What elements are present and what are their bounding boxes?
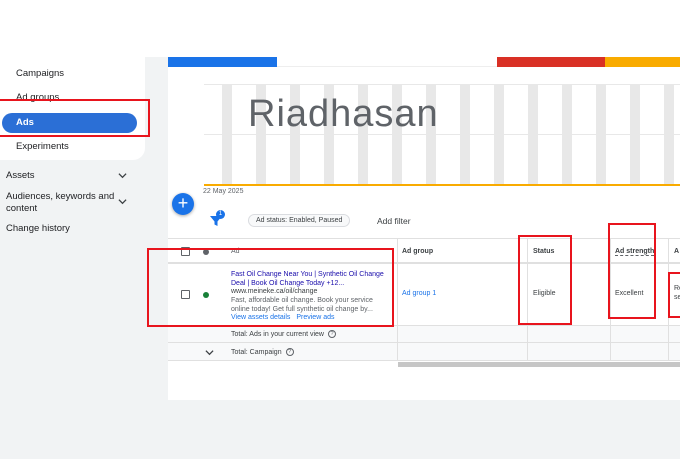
chart-column xyxy=(222,84,232,184)
chart-date-label: 22 May 2025 xyxy=(203,188,244,195)
top-whitespace xyxy=(0,0,680,57)
sidebar-item-campaigns[interactable]: Campaigns xyxy=(16,68,64,79)
filter-chip-ad-status[interactable]: Ad status: Enabled, Paused xyxy=(248,214,351,227)
total-ads-row: Total: Ads in your current view? xyxy=(168,325,680,342)
chart-column xyxy=(596,84,606,184)
chart-column xyxy=(528,84,538,184)
main-content: Riadhasan 22 May 2025 + 1 Ad status: Ena… xyxy=(168,57,680,400)
add-filter-button[interactable]: Add filter xyxy=(377,216,411,226)
horizontal-scrollbar[interactable] xyxy=(398,362,680,367)
filter-count-badge: 1 xyxy=(216,210,225,219)
sidebar-item-experiments[interactable]: Experiments xyxy=(16,141,69,152)
chart-axis-line xyxy=(204,184,680,186)
chart-column xyxy=(562,84,572,184)
help-icon[interactable]: ? xyxy=(328,330,336,338)
metric-tab-bar[interactable] xyxy=(168,57,277,67)
metric-tab-bar[interactable] xyxy=(497,57,605,67)
chart-column xyxy=(664,84,674,184)
total-campaign-row: Total: Campaign? xyxy=(168,342,680,361)
metric-tab-bar[interactable] xyxy=(277,57,387,67)
column-header-next[interactable]: A xyxy=(674,248,679,255)
total-ads-text: Total: Ads in your current view xyxy=(231,330,324,338)
highlight-box-ad-cell xyxy=(147,248,394,327)
highlight-box-ads-nav xyxy=(0,99,150,137)
watermark-text: Riadhasan xyxy=(248,93,439,135)
ad-group-link[interactable]: Ad group 1 xyxy=(402,290,436,297)
highlight-box-next-col xyxy=(668,272,680,318)
chevron-down-icon[interactable] xyxy=(205,348,214,357)
chart-gridline xyxy=(204,84,680,85)
highlight-box-status xyxy=(518,235,572,325)
help-icon[interactable]: ? xyxy=(285,348,294,356)
column-divider xyxy=(397,238,398,361)
chevron-down-icon[interactable] xyxy=(118,171,127,180)
metric-tab-bar[interactable] xyxy=(387,57,497,67)
sidebar-item-audiences[interactable]: Audiences, keywords and content xyxy=(6,191,116,215)
chart-column xyxy=(460,84,470,184)
total-campaign-label: Total: Campaign? xyxy=(231,348,294,356)
bottom-whitespace xyxy=(0,400,680,459)
metric-tab-bar[interactable] xyxy=(605,57,680,67)
chevron-down-icon[interactable] xyxy=(118,197,127,206)
chart-column xyxy=(494,84,504,184)
total-campaign-text: Total: Campaign xyxy=(231,348,282,356)
add-ad-button[interactable]: + xyxy=(172,193,194,215)
sidebar-item-change-history[interactable]: Change history xyxy=(6,223,70,234)
total-ads-label: Total: Ads in your current view? xyxy=(231,330,336,338)
sidebar-item-assets[interactable]: Assets xyxy=(6,170,35,181)
column-header-ad-group[interactable]: Ad group xyxy=(402,248,433,255)
chart-column xyxy=(630,84,640,184)
highlight-box-ad-strength xyxy=(608,223,656,319)
